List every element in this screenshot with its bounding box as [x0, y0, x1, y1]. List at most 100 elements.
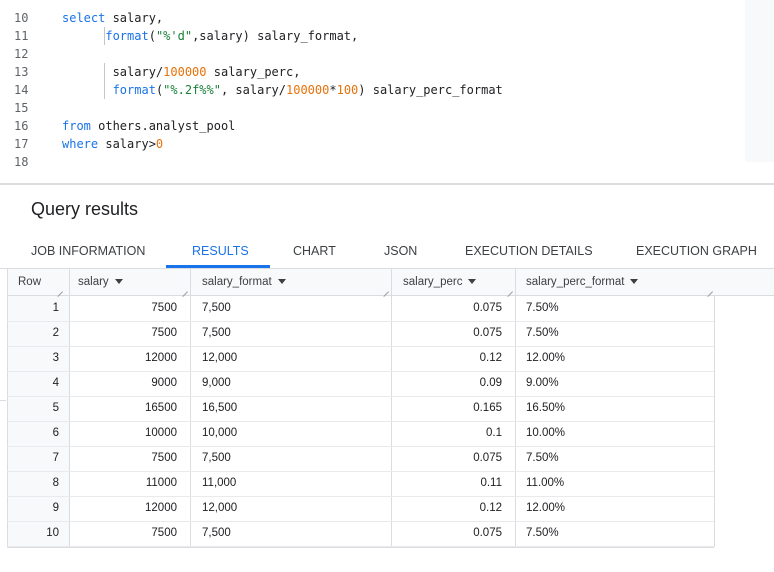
- query-results-title: Query results: [31, 199, 139, 219]
- sort-dropdown-icon[interactable]: [468, 279, 477, 285]
- code-token: 100000: [286, 83, 330, 97]
- line-number: 18: [14, 155, 29, 169]
- sort-dropdown-icon[interactable]: [630, 279, 639, 285]
- code-line[interactable]: 17 where salary>0: [0, 135, 745, 153]
- cell-salary: 7500: [151, 302, 177, 314]
- code-line[interactable]: 13 salary/100000 salary_perc,: [0, 63, 745, 81]
- code-token: salary/: [62, 65, 164, 79]
- tab-execution-details[interactable]: EXECUTION DETAILS: [465, 236, 593, 266]
- code-token: ) salary_perc_format: [358, 83, 503, 97]
- cell-salary: 7500: [151, 452, 177, 464]
- line-number: 14: [14, 83, 29, 97]
- code-line[interactable]: 11 format("%'d",salary) salary_format,: [0, 27, 745, 45]
- line-number: 15: [14, 101, 29, 115]
- column-header-salary-perc[interactable]: salary_perc: [403, 269, 477, 295]
- code-text: salary/100000 salary_perc,: [62, 63, 301, 81]
- cell-row-number: 10: [46, 527, 59, 539]
- column-resize-handle[interactable]: [57, 286, 63, 292]
- table-row[interactable]: 6 10000 10,000 0.1 10.00%: [7, 421, 714, 447]
- code-token: 100000: [163, 65, 207, 79]
- code-text: from others.analyst_pool: [62, 117, 235, 135]
- column-resize-handle[interactable]: [507, 286, 513, 292]
- code-line[interactable]: 15: [0, 99, 745, 117]
- column-header-salary-perc-format[interactable]: salary_perc_format: [526, 269, 639, 295]
- cell-salary-format: 12,000: [202, 352, 238, 364]
- table-row[interactable]: 7 7500 7,500 0.075 7.50%: [7, 446, 714, 472]
- cell-salary: 12000: [145, 502, 177, 514]
- code-token: "%.2f%%": [163, 83, 221, 97]
- cell-salary-perc-format: 7.50%: [526, 527, 559, 539]
- editor-scroll-area[interactable]: [745, 0, 774, 162]
- table-row[interactable]: 1 7500 7,500 0.075 7.50%: [7, 296, 714, 322]
- cell-salary: 7500: [151, 527, 177, 539]
- tab-job-information[interactable]: JOB INFORMATION: [31, 236, 145, 266]
- cell-row-number: 1: [52, 302, 59, 314]
- code-token: where: [62, 137, 99, 151]
- table-right-border: [714, 296, 715, 547]
- tab-results[interactable]: RESULTS: [192, 236, 249, 266]
- cell-salary-perc-format: 16.50%: [526, 402, 566, 414]
- code-line[interactable]: 10 select salary,: [0, 9, 745, 27]
- cell-salary: 7500: [151, 327, 177, 339]
- cell-salary: 16500: [145, 402, 177, 414]
- column-resize-handle[interactable]: [707, 286, 713, 292]
- sort-dropdown-icon[interactable]: [277, 279, 286, 285]
- cell-salary-perc: 0.11: [480, 477, 502, 489]
- code-text: format("%.2f%%", salary/100000*100) sala…: [62, 81, 503, 99]
- table-row[interactable]: 2 7500 7,500 0.075 7.50%: [7, 321, 714, 347]
- cell-row-number: 3: [52, 352, 59, 364]
- cell-salary-perc-format: 12.00%: [526, 352, 566, 364]
- cell-row-number: 2: [52, 327, 59, 339]
- cell-row-number: 9: [52, 502, 59, 514]
- cell-salary-perc: 0.075: [473, 452, 502, 464]
- cell-salary: 9000: [151, 377, 177, 389]
- code-line[interactable]: 14 format("%.2f%%", salary/100000*100) s…: [0, 81, 745, 99]
- table-row[interactable]: 3 12000 12,000 0.12 12.00%: [7, 346, 714, 372]
- cell-salary-perc: 0.12: [479, 352, 502, 364]
- column-header-salary-format[interactable]: salary_format: [202, 269, 286, 295]
- cell-salary-perc: 0.165: [473, 402, 502, 414]
- code-text: select salary,: [62, 9, 163, 27]
- column-header-label: salary_format: [202, 276, 272, 288]
- code-area[interactable]: 10 select salary, 11 format("%'d",salary) …: [0, 0, 745, 183]
- panel-divider[interactable]: [0, 183, 774, 185]
- cell-salary-format: 9,000: [202, 377, 231, 389]
- code-token: *: [329, 83, 337, 97]
- cell-salary-perc: 0.09: [479, 377, 502, 389]
- cell-row-number: 6: [52, 427, 59, 439]
- cell-salary: 10000: [145, 427, 177, 439]
- code-token: 0: [155, 137, 164, 151]
- table-row[interactable]: 5 16500 16,500 0.165 16.50%: [7, 396, 714, 422]
- tab-execution-graph[interactable]: EXECUTION GRAPH: [636, 236, 757, 266]
- code-token: others.analyst_pool: [90, 119, 236, 133]
- cell-salary-perc: 0.12: [479, 502, 502, 514]
- table-row[interactable]: 10 7500 7,500 0.075 7.50%: [7, 521, 714, 547]
- line-number: 17: [14, 137, 29, 151]
- cell-salary-format: 7,500: [202, 452, 231, 464]
- table-row[interactable]: 9 12000 12,000 0.12 12.00%: [7, 496, 714, 522]
- code-token: select: [62, 11, 106, 25]
- code-token: (: [148, 29, 156, 43]
- tab-json[interactable]: JSON: [384, 236, 417, 266]
- cell-salary: 11000: [145, 477, 177, 489]
- sql-editor[interactable]: 10 select salary, 11 format("%'d",salary) …: [0, 0, 774, 183]
- column-header-row: Row: [18, 269, 41, 295]
- code-line[interactable]: 16 from others.analyst_pool: [0, 117, 745, 135]
- column-resize-handle[interactable]: [182, 286, 188, 292]
- code-token: salary,: [105, 11, 164, 25]
- cell-salary-perc: 0.075: [473, 327, 502, 339]
- table-bottom-border: [7, 547, 714, 548]
- column-resize-handle[interactable]: [383, 286, 389, 292]
- code-line[interactable]: 12: [0, 45, 745, 63]
- cell-salary-perc: 0.1: [486, 427, 502, 439]
- code-line[interactable]: 18: [0, 153, 745, 171]
- code-token: , salary/: [220, 83, 286, 97]
- code-token: ,salary) salary_format,: [192, 29, 359, 43]
- tab-chart[interactable]: CHART: [293, 236, 336, 266]
- sort-dropdown-icon[interactable]: [114, 279, 123, 285]
- column-header-salary[interactable]: salary: [78, 269, 123, 295]
- table-row[interactable]: 4 9000 9,000 0.09 9.00%: [7, 371, 714, 397]
- table-row[interactable]: 8 11000 11,000 0.11 11.00%: [7, 471, 714, 497]
- results-tabs: JOB INFORMATION RESULTS CHART JSON EXECU…: [0, 236, 774, 269]
